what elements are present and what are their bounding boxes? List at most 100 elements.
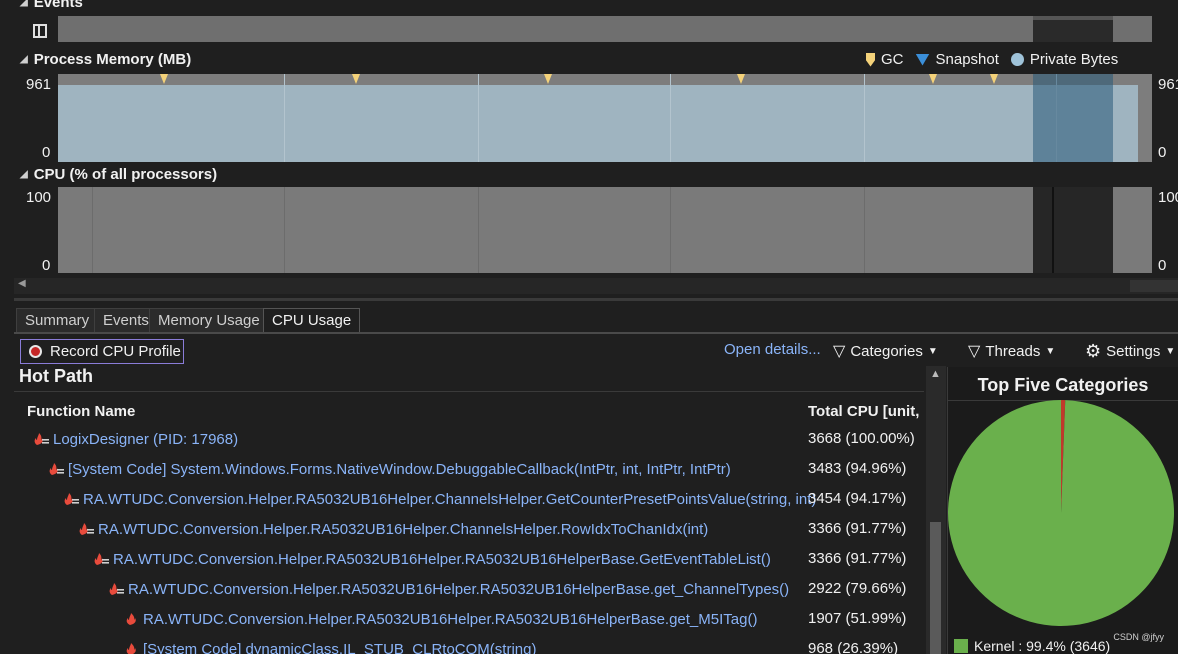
function-name[interactable]: LogixDesigner (PID: 17968) [53, 431, 238, 448]
total-cpu-value: 3366 (91.77%) [808, 520, 907, 537]
events-section-header[interactable]: ◢ Events [20, 0, 83, 11]
total-cpu-value: 3483 (94.96%) [808, 460, 907, 477]
function-name[interactable]: RA.WTUDC.Conversion.Helper.RA5032UB16Hel… [143, 611, 757, 628]
total-cpu-value: 3454 (94.17%) [808, 490, 907, 507]
splitter[interactable] [14, 298, 1178, 301]
threads-dropdown[interactable]: ▽ Threads ▼ [968, 341, 1055, 361]
hot-path-scrollbar[interactable]: ▲ [926, 366, 946, 654]
snapshot-icon [915, 53, 930, 66]
hot-path-flame-expand-icon [63, 492, 79, 506]
filter-icon: ▽ [833, 343, 846, 360]
timeline-scrollbar[interactable]: ◀ [14, 278, 1178, 294]
open-details-link[interactable]: Open details... [724, 341, 821, 358]
collapse-triangle-icon[interactable]: ◢ [20, 54, 28, 65]
table-row[interactable]: RA.WTUDC.Conversion.Helper.RA5032UB16Hel… [78, 514, 708, 544]
chevron-down-icon: ▼ [1045, 345, 1056, 357]
table-row[interactable]: LogixDesigner (PID: 17968) [33, 424, 238, 454]
tab-summary[interactable]: Summary [16, 308, 99, 333]
cpu-min-label: 0 [42, 257, 51, 274]
chevron-down-icon: ▼ [1165, 346, 1176, 357]
cpu-min-label-right: 0 [1158, 257, 1167, 274]
events-track [58, 16, 1152, 42]
scroll-up-icon[interactable]: ▲ [930, 368, 941, 380]
total-cpu-value: 3366 (91.77%) [808, 550, 907, 567]
total-cpu-value: 2922 (79.66%) [808, 580, 907, 597]
collapse-triangle-icon[interactable]: ◢ [20, 169, 28, 180]
memory-legend: GC Snapshot Private Bytes [866, 51, 1118, 68]
gc-icon [866, 52, 875, 67]
table-row[interactable]: RA.WTUDC.Conversion.Helper.RA5032UB16Hel… [108, 574, 789, 604]
gear-icon: ⚙ [1085, 341, 1102, 361]
memory-chart[interactable] [58, 74, 1152, 162]
category-pie[interactable] [948, 400, 1178, 630]
table-row[interactable]: [System Code] System.Windows.Forms.Nativ… [48, 454, 731, 484]
tab-cpu-usage[interactable]: CPU Usage [263, 308, 361, 333]
private-bytes-area [58, 85, 1138, 162]
legend-gc: GC [881, 51, 904, 68]
total-cpu-value: 3668 (100.00%) [808, 430, 915, 447]
hot-path-flame-expand-icon [48, 462, 64, 476]
gc-marker [544, 74, 552, 84]
category-legend-item[interactable]: Kernel : 99.4% (3646) [954, 638, 1110, 654]
gc-marker [352, 74, 360, 84]
function-name[interactable]: [System Code] System.Windows.Forms.Nativ… [68, 461, 731, 478]
categories-dropdown[interactable]: ▽ Categories ▼ [833, 341, 938, 361]
memory-section-header[interactable]: ◢ Process Memory (MB) [20, 51, 191, 68]
pie-slice-kernel[interactable] [948, 400, 1174, 626]
scrollbar-thumb[interactable] [930, 522, 941, 654]
record-label: Record CPU Profile [50, 343, 181, 360]
table-row[interactable]: RA.WTUDC.Conversion.Helper.RA5032UB16Hel… [123, 604, 757, 634]
function-name[interactable]: RA.WTUDC.Conversion.Helper.RA5032UB16Hel… [128, 581, 789, 598]
record-icon [29, 345, 42, 358]
gc-marker [737, 74, 745, 84]
function-name[interactable]: [System Code] dynamicClass.IL_STUB_CLRto… [143, 641, 536, 654]
column-header-cpu[interactable]: Total CPU [unit, %] [808, 403, 922, 420]
gc-marker [929, 74, 937, 84]
column-header-function[interactable]: Function Name [27, 403, 135, 420]
events-toggle-icon[interactable] [33, 24, 47, 38]
legend-snapshot: Snapshot [935, 51, 999, 68]
legend-swatch-kernel [954, 639, 968, 653]
hot-path-flame-icon [123, 612, 139, 626]
hot-path-title: Hot Path [19, 366, 93, 386]
table-row[interactable]: RA.WTUDC.Conversion.Helper.RA5032UB16Hel… [63, 484, 816, 514]
hot-path-divider [14, 391, 924, 392]
cpu-chart[interactable] [58, 187, 1152, 273]
settings-label: Settings [1106, 343, 1161, 360]
memory-min-label: 0 [42, 144, 51, 161]
scrollbar-thumb[interactable] [1130, 280, 1178, 292]
cpu-section-header[interactable]: ◢ CPU (% of all processors) [20, 166, 217, 183]
cpu-label: CPU (% of all processors) [33, 166, 218, 183]
hot-path-table: Function Name Total CPU [unit, %] LogixD… [0, 394, 922, 654]
categories-title: Top Five Categories [977, 375, 1149, 395]
categories-label: Categories [850, 342, 923, 360]
selection-band-memory [1033, 74, 1113, 162]
selection-band-cpu [1033, 187, 1113, 273]
watermark: CSDN @jfyy [1113, 632, 1164, 642]
hot-path-flame-expand-icon [93, 552, 109, 566]
function-name[interactable]: RA.WTUDC.Conversion.Helper.RA5032UB16Hel… [98, 521, 708, 538]
tab-memory-usage[interactable]: Memory Usage [149, 308, 269, 333]
gc-marker [160, 74, 168, 84]
collapse-triangle-icon[interactable]: ◢ [20, 0, 28, 8]
memory-label: Process Memory (MB) [33, 51, 192, 68]
hot-path-flame-expand-icon [33, 432, 49, 446]
function-name[interactable]: RA.WTUDC.Conversion.Helper.RA5032UB16Hel… [83, 491, 816, 508]
private-bytes-icon [1010, 53, 1024, 66]
function-name[interactable]: RA.WTUDC.Conversion.Helper.RA5032UB16Hel… [113, 551, 771, 568]
record-cpu-profile-button[interactable]: Record CPU Profile [20, 339, 184, 364]
scroll-left-icon[interactable]: ◀ [18, 278, 26, 289]
settings-dropdown[interactable]: ⚙ Settings ▼ [1085, 341, 1175, 362]
categories-panel: Top Five Categories Kernel : 99.4% (3646… [947, 367, 1178, 654]
cpu-max-label-right: 100 [1158, 189, 1178, 206]
cpu-max-label: 100 [26, 189, 52, 206]
chevron-down-icon: ▼ [927, 345, 938, 357]
gc-marker [990, 74, 998, 84]
table-row[interactable]: RA.WTUDC.Conversion.Helper.RA5032UB16Hel… [93, 544, 771, 574]
table-row[interactable]: [System Code] dynamicClass.IL_STUB_CLRto… [123, 634, 536, 654]
memory-max-label: 961 [26, 76, 52, 93]
events-label: Events [33, 0, 83, 11]
legend-private-bytes: Private Bytes [1029, 51, 1119, 68]
threads-label: Threads [985, 342, 1041, 360]
legend-kernel: Kernel : 99.4% (3646) [974, 638, 1111, 654]
